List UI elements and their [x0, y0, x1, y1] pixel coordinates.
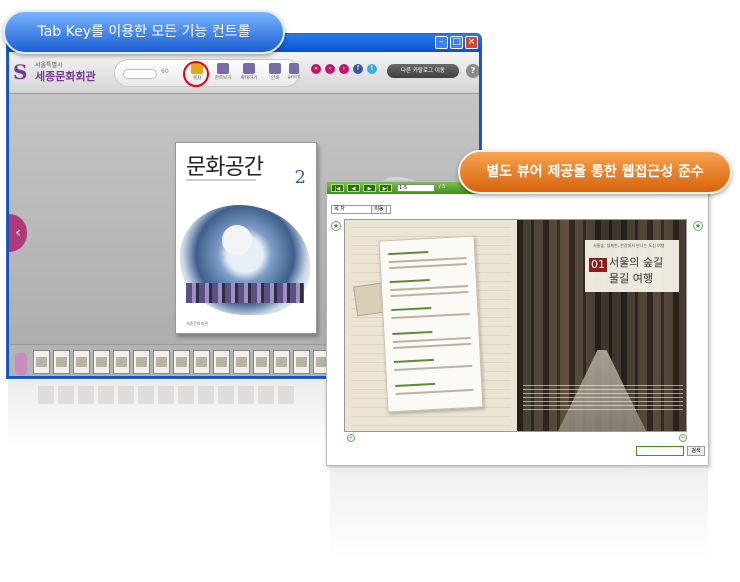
cover-footer: 세종문화회관 [186, 321, 209, 326]
zoom-left-icon[interactable]: + [347, 434, 355, 442]
thumbnail[interactable] [93, 350, 110, 374]
thumbnail[interactable] [213, 350, 230, 374]
viewer-toolbar: S 서울특별시 세종문화회관 60 목차 한쪽보기 확대하기 인쇄 슬라이드 «… [9, 52, 479, 94]
thumbnail[interactable] [273, 350, 290, 374]
previous-page-arrow-icon[interactable]: ‹ [9, 214, 27, 252]
thumbnail[interactable] [173, 350, 190, 374]
right-page-photo: 서울숲, 청계천, 한강에서 만나는 도심 여행 01 서울의 숲길 물길 여행 [517, 220, 686, 431]
article-body-text [523, 384, 683, 410]
article-title-line1: 서울의 숲길 [609, 256, 664, 269]
thumbnail[interactable] [133, 350, 150, 374]
zoom-right-icon[interactable]: + [679, 434, 687, 442]
highlight-ring [183, 61, 209, 87]
thumbnail[interactable] [293, 350, 310, 374]
magazine-cover[interactable]: 문화공간 2 세종문화회관 [175, 142, 317, 334]
thumbnail[interactable] [153, 350, 170, 374]
article-kicker: 서울숲, 청계천, 한강에서 만나는 도심 여행 [593, 243, 665, 248]
help-button[interactable]: ? [466, 64, 479, 78]
thumbnail[interactable] [113, 350, 130, 374]
article-number: 01 [589, 258, 607, 272]
callout-tab-key: Tab Key를 이용한 모든 기능 컨트롤 [3, 10, 285, 54]
minimize-button[interactable]: – [435, 36, 448, 49]
composite-promo: – □ × S 서울특별시 세종문화회관 60 목차 한쪽보기 확대하기 인쇄 … [0, 0, 740, 582]
close-button[interactable]: × [465, 36, 478, 49]
thumbnail[interactable] [33, 350, 50, 374]
next-page-icon[interactable]: › [339, 64, 349, 74]
toolbar-pill: 60 목차 한쪽보기 확대하기 인쇄 슬라이드 [114, 59, 300, 87]
accessible-search-input[interactable] [636, 446, 684, 456]
prev-page-button[interactable]: ◀ [347, 184, 360, 192]
thumbnail-prev-icon[interactable] [15, 353, 27, 375]
accessible-viewer-window: |◀ ◀ ▶ ▶| 1-5 / 5 목 차 이동 ★ ★ 서울숲, 청계천, 한… [326, 181, 709, 466]
page-total: 60 [161, 68, 169, 75]
section-go-button[interactable]: 이동 [371, 205, 387, 214]
thumbnail[interactable] [73, 350, 90, 374]
thumbnail[interactable] [193, 350, 210, 374]
first-page-button[interactable]: |◀ [331, 184, 344, 192]
twitter-icon[interactable]: t [367, 64, 377, 74]
logo-big-text: 세종문화회관 [35, 70, 96, 83]
last-page-button[interactable]: ▶| [379, 184, 392, 192]
maximize-button[interactable]: □ [450, 36, 463, 49]
accessible-search-button[interactable]: 검색 [687, 446, 705, 456]
page-spread: 서울숲, 청계천, 한강에서 만나는 도심 여행 01 서울의 숲길 물길 여행 [344, 219, 687, 432]
callout-separate-viewer: 별도 뷰어 제공을 통한 웹접근성 준수 [458, 150, 732, 194]
thumbnail[interactable] [53, 350, 70, 374]
single-page-button[interactable]: 한쪽보기 [211, 63, 235, 85]
first-page-icon[interactable]: « [311, 64, 321, 74]
article-title-card: 서울숲, 청계천, 한강에서 만나는 도심 여행 01 서울의 숲길 물길 여행 [585, 240, 679, 292]
prev-page-icon[interactable]: ‹ [325, 64, 335, 74]
cover-moon [222, 225, 252, 255]
callout-separate-viewer-text: 별도 뷰어 제공을 통한 웹접근성 준수 [486, 164, 704, 180]
bookmark-left-icon[interactable]: ★ [331, 221, 341, 231]
print-button[interactable]: 인쇄 [263, 63, 287, 85]
cover-title: 문화공간 [186, 155, 264, 180]
cover-figures [186, 283, 304, 303]
logo-mark-icon: S [13, 60, 28, 84]
page-total-label: / 5 [439, 184, 446, 190]
left-page [345, 220, 517, 431]
page-input[interactable] [123, 69, 157, 79]
callout-tab-key-text: Tab Key를 이용한 모든 기능 컨트롤 [37, 24, 251, 40]
thumbnail[interactable] [253, 350, 270, 374]
zoom-icon [243, 63, 255, 74]
logo: S 서울특별시 세종문화회관 [13, 60, 109, 86]
slide-icon [289, 63, 299, 74]
slide-button[interactable]: 슬라이드 [287, 63, 301, 85]
article-title-line2: 물길 여행 [609, 272, 653, 285]
accessible-window-reflection [330, 470, 708, 560]
toc-note [378, 235, 484, 413]
window-controls: – □ × [435, 36, 478, 49]
cover-issue-number: 2 [294, 167, 306, 188]
facebook-icon[interactable]: f [353, 64, 363, 74]
page-field[interactable]: 1-5 [397, 184, 435, 192]
catalog-move-button[interactable]: 다른 카탈로그 이동 [387, 64, 459, 78]
cover-subtitle-line [186, 179, 256, 181]
print-icon [269, 63, 281, 74]
next-page-button[interactable]: ▶ [363, 184, 376, 192]
grid-icon [217, 63, 229, 74]
thumbnail[interactable] [233, 350, 250, 374]
zoom-button[interactable]: 확대하기 [237, 63, 261, 85]
bookmark-right-icon[interactable]: ★ [693, 221, 703, 231]
